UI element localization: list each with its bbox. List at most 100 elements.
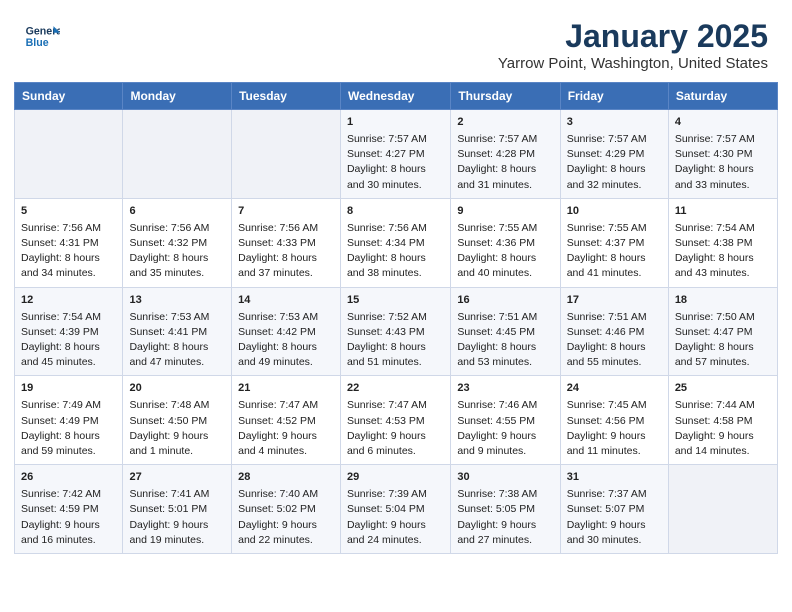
day-of-week-header: Wednesday	[340, 83, 450, 110]
day-header-row: SundayMondayTuesdayWednesdayThursdayFrid…	[15, 83, 778, 110]
day-info-line: Sunrise: 7:44 AM	[675, 398, 771, 413]
day-info-line: Daylight: 8 hours and 34 minutes.	[21, 251, 116, 281]
day-number: 2	[457, 115, 553, 131]
day-info-line: Sunrise: 7:51 AM	[457, 310, 553, 325]
calendar-cell: 5Sunrise: 7:56 AMSunset: 4:31 PMDaylight…	[15, 198, 123, 287]
day-info-line: Daylight: 8 hours and 43 minutes.	[675, 251, 771, 281]
day-info-line: Sunset: 4:53 PM	[347, 414, 444, 429]
day-info-line: Sunset: 4:55 PM	[457, 414, 553, 429]
day-number: 11	[675, 204, 771, 220]
calendar-cell: 14Sunrise: 7:53 AMSunset: 4:42 PMDayligh…	[232, 287, 341, 376]
day-info-line: Sunset: 4:30 PM	[675, 147, 771, 162]
day-number: 5	[21, 204, 116, 220]
day-number: 10	[567, 204, 662, 220]
day-info-line: Sunset: 4:39 PM	[21, 325, 116, 340]
day-info-line: Sunset: 4:47 PM	[675, 325, 771, 340]
day-of-week-header: Friday	[560, 83, 668, 110]
day-info-line: Sunrise: 7:55 AM	[457, 221, 553, 236]
day-info-line: Daylight: 8 hours and 47 minutes.	[129, 340, 225, 370]
day-info-line: Sunrise: 7:57 AM	[457, 132, 553, 147]
day-number: 16	[457, 293, 553, 309]
calendar-cell: 3Sunrise: 7:57 AMSunset: 4:29 PMDaylight…	[560, 110, 668, 199]
day-number: 7	[238, 204, 334, 220]
day-info-line: Sunset: 4:34 PM	[347, 236, 444, 251]
day-info-line: Daylight: 9 hours and 16 minutes.	[21, 518, 116, 548]
day-info-line: Sunset: 5:01 PM	[129, 502, 225, 517]
day-number: 31	[567, 470, 662, 486]
month-title: January 2025	[498, 18, 768, 55]
day-number: 26	[21, 470, 116, 486]
calendar-container: SundayMondayTuesdayWednesdayThursdayFrid…	[0, 82, 792, 568]
day-of-week-header: Sunday	[15, 83, 123, 110]
day-number: 30	[457, 470, 553, 486]
day-info-line: Sunset: 4:45 PM	[457, 325, 553, 340]
day-info-line: Sunrise: 7:56 AM	[347, 221, 444, 236]
day-info-line: Sunset: 4:33 PM	[238, 236, 334, 251]
day-info-line: Daylight: 8 hours and 53 minutes.	[457, 340, 553, 370]
day-info-line: Daylight: 8 hours and 30 minutes.	[347, 162, 444, 192]
day-info-line: Sunrise: 7:56 AM	[129, 221, 225, 236]
day-info-line: Daylight: 9 hours and 4 minutes.	[238, 429, 334, 459]
calendar-cell: 4Sunrise: 7:57 AMSunset: 4:30 PMDaylight…	[668, 110, 777, 199]
day-info-line: Daylight: 9 hours and 1 minute.	[129, 429, 225, 459]
day-info-line: Sunrise: 7:42 AM	[21, 487, 116, 502]
calendar-cell: 20Sunrise: 7:48 AMSunset: 4:50 PMDayligh…	[123, 376, 232, 465]
day-info-line: Sunrise: 7:53 AM	[129, 310, 225, 325]
day-number: 14	[238, 293, 334, 309]
day-number: 24	[567, 381, 662, 397]
day-info-line: Sunset: 4:27 PM	[347, 147, 444, 162]
day-info-line: Daylight: 9 hours and 27 minutes.	[457, 518, 553, 548]
calendar-cell: 8Sunrise: 7:56 AMSunset: 4:34 PMDaylight…	[340, 198, 450, 287]
day-info-line: Sunset: 5:04 PM	[347, 502, 444, 517]
day-info-line: Sunset: 4:31 PM	[21, 236, 116, 251]
calendar-cell: 17Sunrise: 7:51 AMSunset: 4:46 PMDayligh…	[560, 287, 668, 376]
calendar-cell: 10Sunrise: 7:55 AMSunset: 4:37 PMDayligh…	[560, 198, 668, 287]
calendar-cell: 23Sunrise: 7:46 AMSunset: 4:55 PMDayligh…	[451, 376, 560, 465]
calendar-header: SundayMondayTuesdayWednesdayThursdayFrid…	[15, 83, 778, 110]
day-info-line: Daylight: 9 hours and 11 minutes.	[567, 429, 662, 459]
calendar-week-row: 12Sunrise: 7:54 AMSunset: 4:39 PMDayligh…	[15, 287, 778, 376]
calendar-cell: 28Sunrise: 7:40 AMSunset: 5:02 PMDayligh…	[232, 465, 341, 554]
day-info-line: Daylight: 8 hours and 37 minutes.	[238, 251, 334, 281]
calendar-cell: 2Sunrise: 7:57 AMSunset: 4:28 PMDaylight…	[451, 110, 560, 199]
day-info-line: Sunrise: 7:57 AM	[567, 132, 662, 147]
day-number: 25	[675, 381, 771, 397]
calendar-table: SundayMondayTuesdayWednesdayThursdayFrid…	[14, 82, 778, 554]
day-info-line: Sunset: 4:52 PM	[238, 414, 334, 429]
day-number: 15	[347, 293, 444, 309]
day-info-line: Daylight: 9 hours and 14 minutes.	[675, 429, 771, 459]
calendar-cell: 21Sunrise: 7:47 AMSunset: 4:52 PMDayligh…	[232, 376, 341, 465]
day-number: 23	[457, 381, 553, 397]
day-info-line: Sunrise: 7:45 AM	[567, 398, 662, 413]
logo-icon: General Blue	[24, 18, 60, 54]
calendar-cell: 31Sunrise: 7:37 AMSunset: 5:07 PMDayligh…	[560, 465, 668, 554]
day-info-line: Daylight: 9 hours and 30 minutes.	[567, 518, 662, 548]
day-info-line: Sunset: 4:43 PM	[347, 325, 444, 340]
calendar-body: 1Sunrise: 7:57 AMSunset: 4:27 PMDaylight…	[15, 110, 778, 554]
day-info-line: Sunrise: 7:56 AM	[238, 221, 334, 236]
calendar-cell: 6Sunrise: 7:56 AMSunset: 4:32 PMDaylight…	[123, 198, 232, 287]
day-number: 20	[129, 381, 225, 397]
day-number: 17	[567, 293, 662, 309]
day-info-line: Sunrise: 7:56 AM	[21, 221, 116, 236]
day-info-line: Sunset: 4:36 PM	[457, 236, 553, 251]
day-number: 13	[129, 293, 225, 309]
day-info-line: Daylight: 8 hours and 32 minutes.	[567, 162, 662, 192]
calendar-week-row: 19Sunrise: 7:49 AMSunset: 4:49 PMDayligh…	[15, 376, 778, 465]
calendar-cell: 29Sunrise: 7:39 AMSunset: 5:04 PMDayligh…	[340, 465, 450, 554]
calendar-cell: 18Sunrise: 7:50 AMSunset: 4:47 PMDayligh…	[668, 287, 777, 376]
day-info-line: Sunset: 4:38 PM	[675, 236, 771, 251]
logo: General Blue	[24, 18, 60, 54]
day-info-line: Sunset: 5:02 PM	[238, 502, 334, 517]
day-info-line: Daylight: 8 hours and 59 minutes.	[21, 429, 116, 459]
day-info-line: Sunrise: 7:57 AM	[675, 132, 771, 147]
day-info-line: Daylight: 8 hours and 40 minutes.	[457, 251, 553, 281]
day-info-line: Sunrise: 7:54 AM	[21, 310, 116, 325]
day-info-line: Sunrise: 7:40 AM	[238, 487, 334, 502]
calendar-week-row: 1Sunrise: 7:57 AMSunset: 4:27 PMDaylight…	[15, 110, 778, 199]
day-info-line: Sunrise: 7:41 AM	[129, 487, 225, 502]
day-number: 28	[238, 470, 334, 486]
day-info-line: Sunrise: 7:47 AM	[347, 398, 444, 413]
day-of-week-header: Tuesday	[232, 83, 341, 110]
day-info-line: Sunset: 4:56 PM	[567, 414, 662, 429]
